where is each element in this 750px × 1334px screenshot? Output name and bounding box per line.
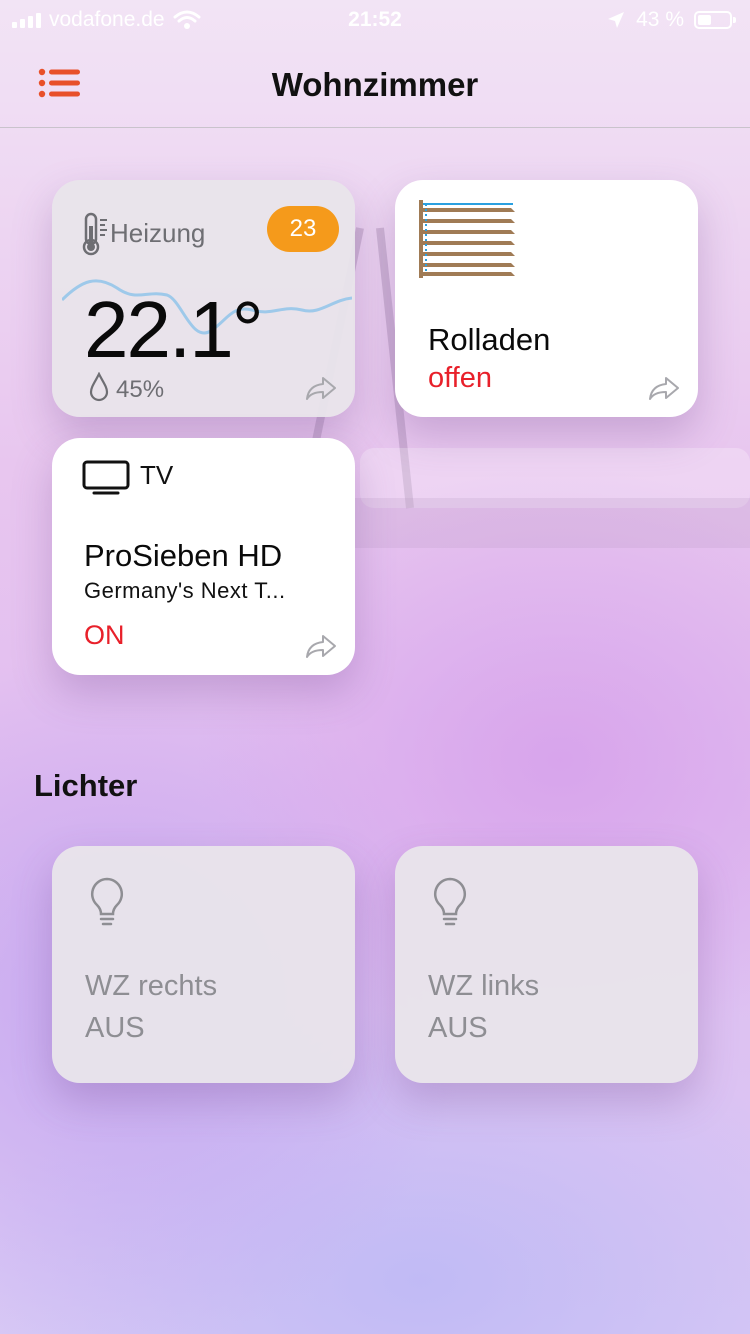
light-name: WZ rechts — [85, 970, 218, 1002]
light-bulb-icon — [433, 877, 467, 926]
forward-arrow-icon[interactable] — [305, 633, 337, 659]
television-icon — [82, 460, 130, 495]
thermometer-icon — [82, 212, 107, 256]
tv-channel: ProSieben HD — [84, 538, 283, 573]
light-tile-wz-rechts[interactable]: WZ rechts AUS — [52, 846, 355, 1083]
tv-show-title: Germany's Next T... — [84, 578, 286, 603]
current-temperature: 22.1° — [84, 285, 264, 374]
light-name: WZ links — [428, 970, 540, 1002]
forward-arrow-icon[interactable] — [648, 375, 680, 401]
heating-tile[interactable]: Heizung 23 22.1° 45% — [52, 180, 355, 417]
window-blinds-icon — [419, 200, 515, 278]
blinds-status: offen — [428, 362, 492, 394]
tv-power-status: ON — [84, 620, 125, 650]
navigation-bar: Wohnzimmer — [0, 40, 750, 128]
light-status: AUS — [428, 1012, 488, 1044]
tv-label: TV — [140, 460, 174, 490]
heating-label: Heizung — [110, 218, 206, 248]
status-right: 43 % — [606, 8, 736, 32]
battery-percent: 43 % — [636, 8, 684, 31]
location-arrow-icon — [608, 12, 625, 28]
tv-tile[interactable]: TV ProSieben HD Germany's Next T... ON — [52, 438, 355, 675]
humidity-value: 45% — [116, 376, 165, 403]
humidity-drop-icon — [89, 372, 109, 402]
light-status: AUS — [85, 1012, 145, 1044]
page-title: Wohnzimmer — [271, 66, 479, 103]
blinds-tile[interactable]: Rolladen offen — [395, 180, 698, 417]
light-bulb-icon — [90, 877, 124, 926]
status-bar: vodafone.de 21:52 43 % — [0, 0, 750, 40]
lights-section-title: Lichter — [34, 768, 138, 803]
forward-arrow-icon[interactable] — [305, 375, 337, 401]
blinds-title: Rolladen — [428, 322, 551, 357]
light-tile-wz-links[interactable]: WZ links AUS — [395, 846, 698, 1083]
battery-icon — [694, 11, 736, 29]
target-temperature-badge: 23 — [267, 206, 339, 252]
